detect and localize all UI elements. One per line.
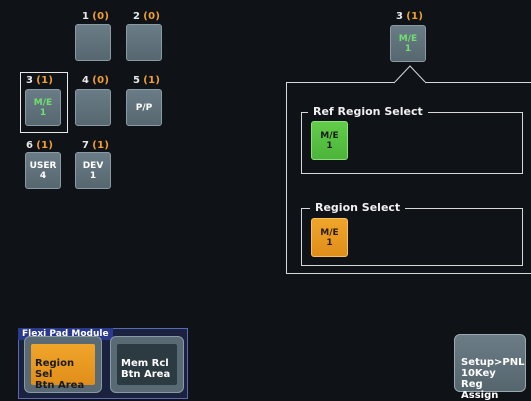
setup-pnl-10key-reg-assign-button[interactable]: Setup>PNL 10Key Reg Assign [454,334,526,401]
slot-count: (1) [36,75,54,86]
slot-number: 6 [26,140,34,151]
slot-number: 4 [82,75,90,86]
slot-number: 3 [396,11,404,22]
slot-count: (0) [92,75,110,86]
selected-slot-button[interactable]: M/E 1 [390,25,426,62]
slot-count: (1) [92,140,110,151]
mem-rcl-label: Mem Rcl Btn Area [121,358,171,380]
setup-label: Setup>PNL 10Key Reg Assign [461,357,525,401]
ref-region-me1-button[interactable]: M/E 1 [311,121,348,160]
slot-number: 1 [82,11,90,22]
slot-7-button[interactable]: DEV 1 [75,152,111,189]
region-me1-button[interactable]: M/E 1 [311,218,348,257]
slot-label-2: 2 (0) [133,11,160,22]
mem-rcl-inner: Mem Rcl Btn Area [117,344,177,385]
mem-rcl-btn-area-button[interactable]: Mem Rcl Btn Area [110,336,184,393]
callout-pointer [394,65,426,84]
slot-7-text: DEV 1 [82,160,104,181]
slot-count: (1) [143,75,161,86]
slot-6-text: USER 4 [29,160,57,181]
slot-label-5: 5 (1) [133,75,160,86]
slot-number: 3 [26,75,34,86]
slot-count: (1) [406,11,424,22]
slot-number: 5 [133,75,141,86]
slot-label-3: 3 (1) [26,75,53,86]
region-button-text: M/E 1 [320,227,339,248]
slot-label-7: 7 (1) [82,140,109,151]
selected-slot-text: M/E 1 [398,33,418,54]
slot-4-button[interactable] [75,89,111,126]
slot-label-4: 4 (0) [82,75,109,86]
slot-3-button[interactable]: M/E 1 [25,89,61,126]
region-sel-label: Region Sel Btn Area [35,358,85,391]
slot-6-button[interactable]: USER 4 [25,152,61,189]
region-sel-btn-area-button[interactable]: Region Sel Btn Area [24,336,102,393]
slot-5-button[interactable]: P/P [126,89,162,126]
region-select-title: Region Select [310,201,406,214]
slot-3-text: M/E 1 [33,97,53,118]
slot-label-6: 6 (1) [26,140,53,151]
slot-number: 7 [82,140,90,151]
region-sel-inner: Region Sel Btn Area [31,344,95,391]
slot-1-button[interactable] [75,24,111,61]
slot-count: (0) [143,11,161,22]
slot-count: (1) [36,140,54,151]
ref-region-button-text: M/E 1 [320,130,339,151]
slot-5-text: P/P [135,102,153,113]
slot-2-button[interactable] [126,24,162,61]
selected-slot-label: 3 (1) [396,11,423,22]
slot-label-1: 1 (0) [82,11,109,22]
slot-number: 2 [133,11,141,22]
ref-region-title: Ref Region Select [308,105,428,118]
slot-count: (0) [92,11,110,22]
